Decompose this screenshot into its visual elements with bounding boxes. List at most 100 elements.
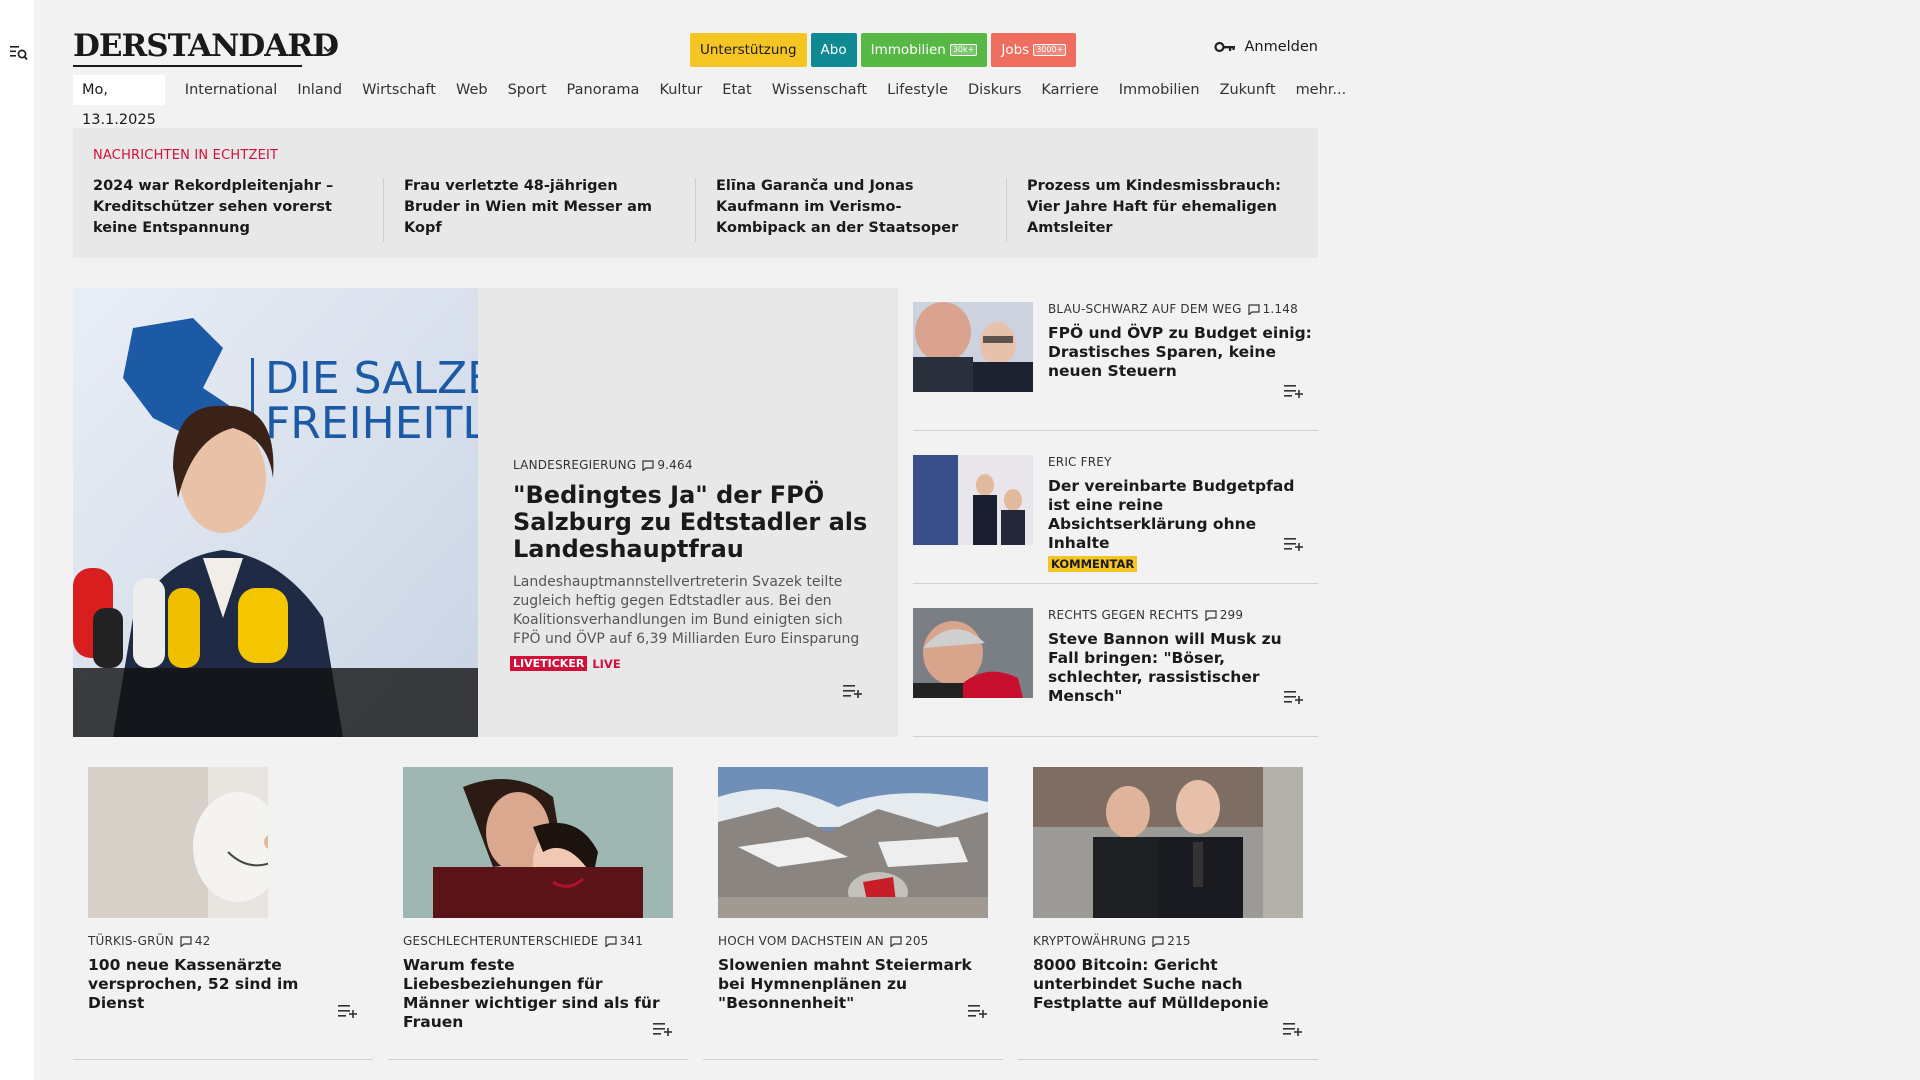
add-to-list-icon[interactable] (1283, 1022, 1303, 1036)
nav-wirtschaft[interactable]: Wirtschaft (362, 82, 436, 98)
card-title[interactable]: 100 neue Kassenärzte versprochen, 52 sin… (88, 956, 358, 1013)
card-text: KRYPTOWÄHRUNG 215 8000 Bitcoin: Gericht u… (1033, 934, 1303, 1013)
add-to-list-icon[interactable] (1284, 384, 1304, 398)
live-label: LIVE (592, 656, 621, 671)
nav-web[interactable]: Web (456, 82, 488, 98)
comment-icon (1205, 609, 1217, 621)
kicker-label: KRYPTOWÄHRUNG (1033, 934, 1147, 948)
card-title[interactable]: Slowenien mahnt Steiermark bei Hymnenplä… (718, 956, 988, 1013)
article-card[interactable]: KRYPTOWÄHRUNG 215 8000 Bitcoin: Gericht u… (1018, 767, 1318, 1060)
immobilien-badge: 30k+ (949, 44, 978, 56)
comment-count[interactable]: 215 (1152, 934, 1191, 948)
side-kicker: BLAU-SCHWARZ AUF DEM WEG 1.148 (1048, 302, 1313, 316)
article-card[interactable]: GESCHLECHTERUNTERSCHIEDE 341 Warum feste … (388, 767, 688, 1060)
login-label: Anmelden (1244, 39, 1319, 55)
kicker-label: ERIC FREY (1048, 455, 1112, 469)
add-to-list-icon[interactable] (843, 684, 863, 698)
card-title[interactable]: 8000 Bitcoin: Gericht unterbindet Suche … (1033, 956, 1303, 1013)
ticker-item[interactable]: Frau verletzte 48-jährigen Bruder in Wie… (404, 176, 674, 239)
support-button[interactable]: Unterstützung (690, 33, 807, 67)
nav-immobilien[interactable]: Immobilien (1119, 82, 1200, 98)
menu-search-icon[interactable] (10, 44, 28, 62)
ticker-item[interactable]: Elīna Garanča und Jonas Kaufmann im Veri… (716, 176, 986, 239)
side-article-image[interactable] (913, 608, 1033, 698)
logo-underline (73, 65, 302, 67)
page: DERSTANDARD Unterstützung Abo Immobilien… (73, 0, 1346, 1080)
card-image[interactable] (403, 767, 673, 918)
main-nav: Mo, 13.1.2025 International Inland Wirts… (73, 75, 1366, 128)
card-image[interactable] (88, 767, 358, 918)
kicker-label: HOCH VOM DACHSTEIN AN (718, 934, 884, 948)
side-article-text: RECHTS GEGEN RECHTS 299 Steve Bannon will… (1048, 608, 1313, 706)
comment-count-value: 205 (904, 934, 929, 948)
nav-zukunft[interactable]: Zukunft (1220, 82, 1276, 98)
nav-international[interactable]: International (185, 82, 278, 98)
nav-sport[interactable]: Sport (508, 82, 547, 98)
ticker-item[interactable]: Prozess um Kindesmissbrauch: Vier Jahre … (1027, 176, 1297, 239)
comment-count-value: 1.148 (1262, 302, 1298, 316)
ticker-divider (1006, 178, 1007, 242)
nav-etat[interactable]: Etat (722, 82, 751, 98)
hero-title[interactable]: "Bedingtes Ja" der FPÖ Salzburg zu Edtst… (513, 482, 873, 563)
live-row: LIVETICKER LIVE (510, 656, 873, 671)
side-title[interactable]: Steve Bannon will Musk zu Fall bringen: … (1048, 630, 1313, 706)
add-to-list-icon[interactable] (338, 1004, 358, 1018)
article-cards: TÜRKIS-GRÜN 42 100 neue Kassenärzte versp… (73, 767, 1318, 1067)
comment-count[interactable]: 341 (604, 934, 644, 948)
chevron-down-icon[interactable] (321, 42, 335, 56)
add-to-list-icon[interactable] (968, 1004, 988, 1018)
nav-lifestyle[interactable]: Lifestyle (887, 82, 948, 98)
article-card[interactable]: HOCH VOM DACHSTEIN AN 205 Slowenien mahnt… (703, 767, 1003, 1060)
nav-panorama[interactable]: Panorama (567, 82, 640, 98)
hero-article[interactable]: DIE SALZB FREIHEITL LANDESREGIERUNG 9.46 (73, 288, 898, 737)
hero-text: LANDESREGIERUNG 9.464 "Bedingtes Ja" der… (510, 458, 873, 671)
nav-karriere[interactable]: Karriere (1041, 82, 1098, 98)
comment-count[interactable]: 205 (890, 934, 929, 948)
login-button[interactable]: Anmelden (1213, 39, 1319, 55)
side-article-image[interactable] (913, 302, 1033, 392)
comment-count[interactable]: 1.148 (1247, 302, 1298, 316)
article-card[interactable]: TÜRKIS-GRÜN 42 100 neue Kassenärzte versp… (73, 767, 373, 1060)
side-articles: BLAU-SCHWARZ AUF DEM WEG 1.148 FPÖ und ÖV… (913, 288, 1318, 737)
abo-button[interactable]: Abo (810, 33, 857, 67)
logo[interactable]: DERSTANDARD (73, 28, 339, 64)
jobs-button[interactable]: Jobs 3000+ (991, 33, 1077, 67)
side-title[interactable]: FPÖ und ÖVP zu Budget einig: Drastisches… (1048, 324, 1313, 381)
side-article[interactable]: BLAU-SCHWARZ AUF DEM WEG 1.148 FPÖ und ÖV… (913, 288, 1318, 431)
immobilien-button[interactable]: Immobilien 30k+ (860, 33, 988, 67)
nav-diskurs[interactable]: Diskurs (968, 82, 1021, 98)
card-image[interactable] (718, 767, 988, 918)
news-ticker: NACHRICHTEN IN ECHTZEIT 2024 war Rekordp… (73, 128, 1318, 258)
comment-count[interactable]: 9.464 (642, 458, 692, 472)
nav-kultur[interactable]: Kultur (659, 82, 702, 98)
add-to-list-icon[interactable] (1284, 537, 1304, 551)
side-article-text: ERIC FREY Der vereinbarte Budgetpfad ist… (1048, 455, 1313, 572)
nav-more[interactable]: mehr... (1296, 82, 1347, 98)
side-article[interactable]: RECHTS GEGEN RECHTS 299 Steve Bannon will… (913, 594, 1318, 737)
comment-icon (1152, 935, 1164, 947)
comment-count-value: 9.464 (657, 458, 693, 472)
card-image[interactable] (1033, 767, 1303, 918)
comment-count[interactable]: 299 (1205, 608, 1244, 622)
side-article-image[interactable] (913, 455, 1033, 545)
nav-wissenschaft[interactable]: Wissenschaft (772, 82, 867, 98)
left-sidebar (0, 0, 34, 1080)
add-to-list-icon[interactable] (653, 1022, 673, 1036)
hero-kicker: LANDESREGIERUNG 9.464 (513, 458, 873, 472)
add-to-list-icon[interactable] (1284, 690, 1304, 704)
comment-count[interactable]: 42 (180, 934, 211, 948)
card-title[interactable]: Warum feste Liebesbeziehungen für Männer… (403, 956, 673, 1032)
ticker-item[interactable]: 2024 war Rekordpleitenjahr – Kredit­schü… (93, 176, 363, 239)
card-kicker: HOCH VOM DACHSTEIN AN 205 (718, 934, 988, 948)
header: DERSTANDARD Unterstützung Abo Immobilien… (73, 28, 1318, 68)
nav-inland[interactable]: Inland (297, 82, 342, 98)
comment-icon (890, 935, 902, 947)
hero-image[interactable]: DIE SALZB FREIHEITL (73, 288, 478, 737)
kicker-label: RECHTS GEGEN RECHTS (1048, 608, 1199, 622)
comment-count-value: 215 (1167, 934, 1191, 948)
jobs-label: Jobs (1001, 42, 1030, 58)
comment-count-value: 299 (1219, 608, 1244, 622)
top-buttons: Unterstützung Abo Immobilien 30k+ Jobs 300… (690, 33, 1077, 67)
side-title[interactable]: Der vereinbarte Budgetpfad ist eine rein… (1048, 477, 1313, 553)
side-article[interactable]: ERIC FREY Der vereinbarte Budgetpfad ist… (913, 441, 1318, 584)
